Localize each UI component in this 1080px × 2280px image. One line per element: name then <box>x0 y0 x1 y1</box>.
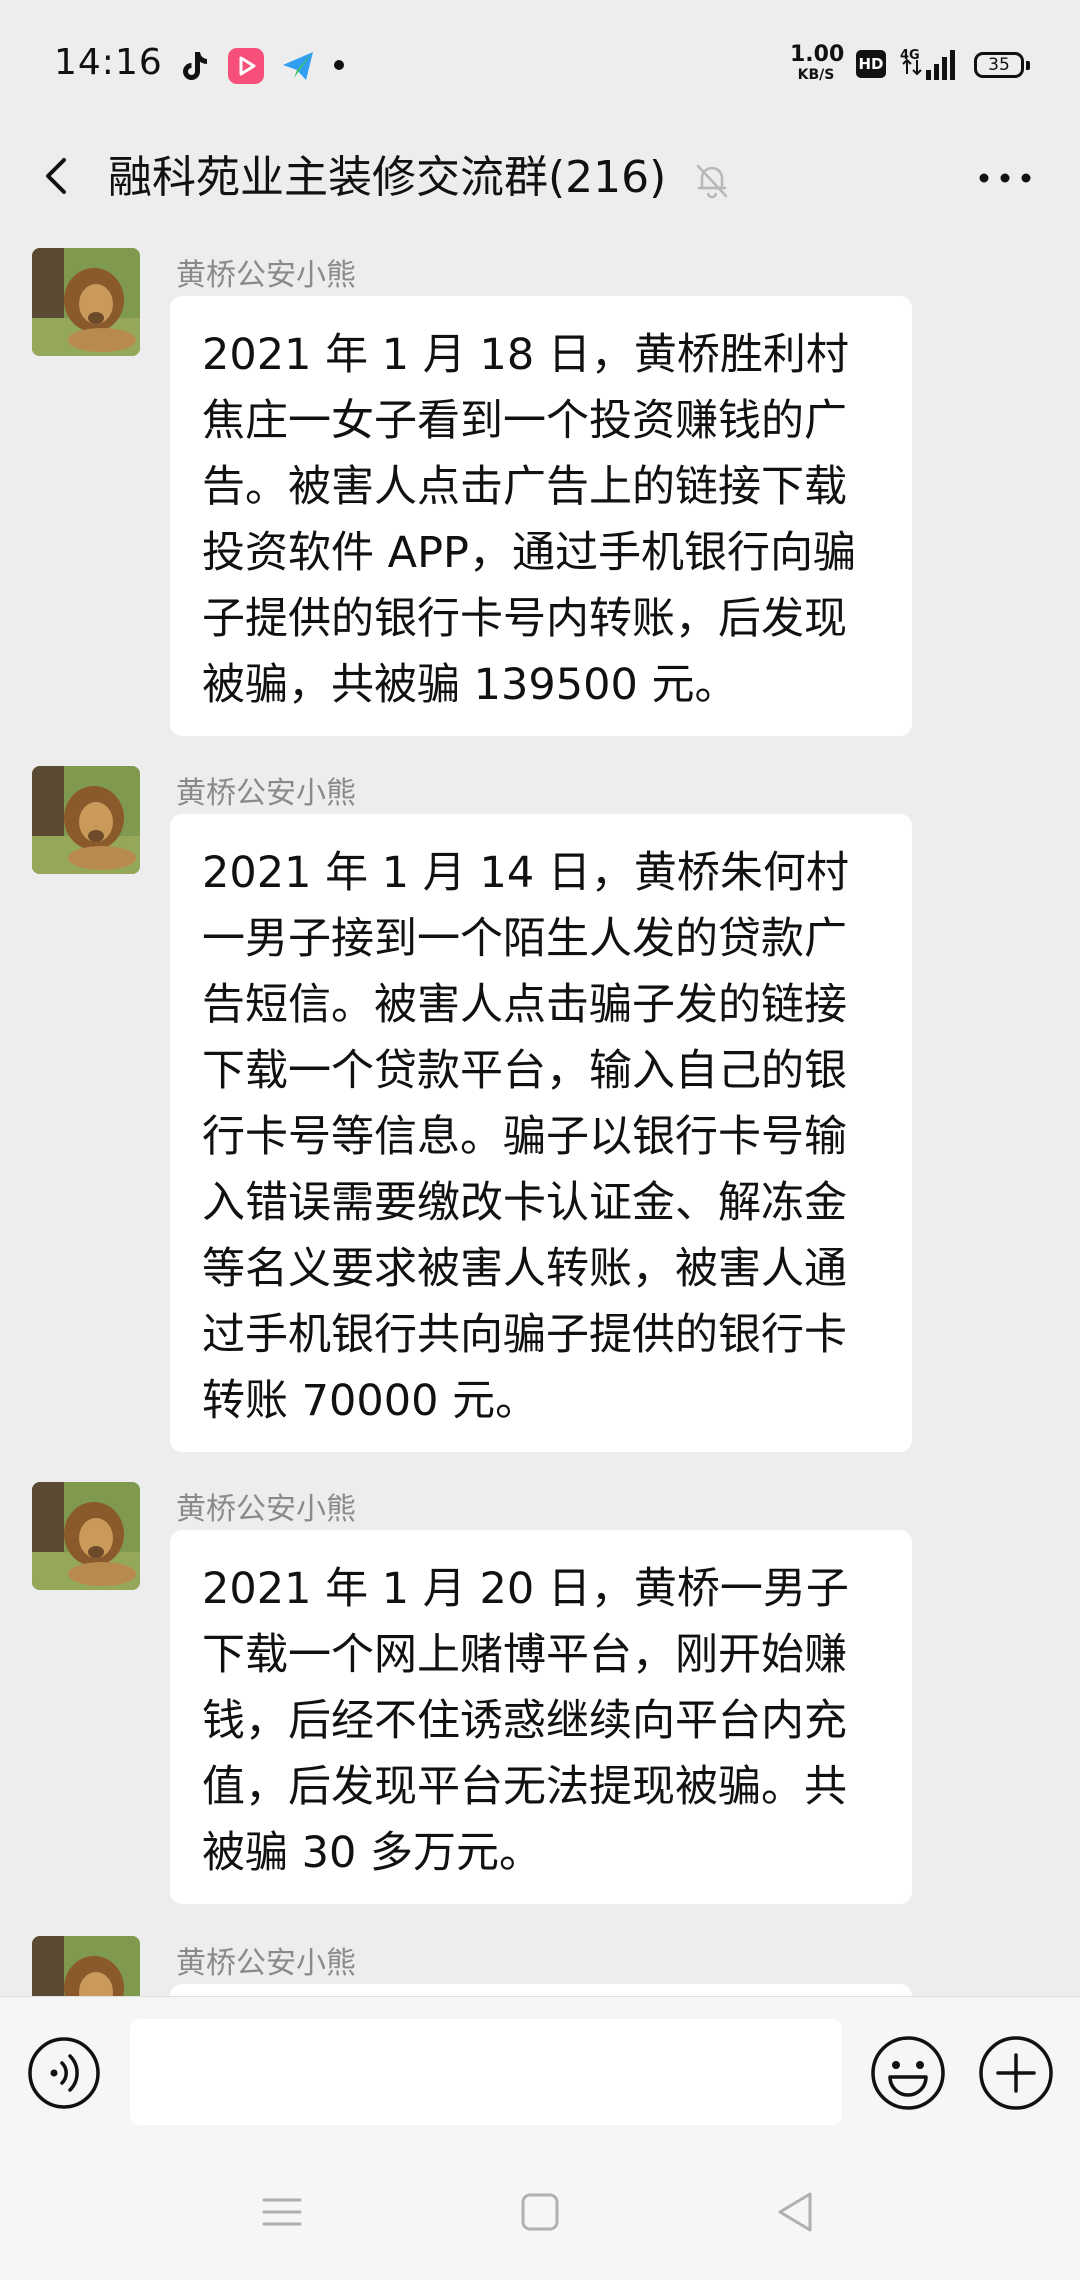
status-bar: 14:16 1.00 KB/S HD 4G 35 <box>0 0 1080 130</box>
network-speed: 1.00 KB/S <box>790 42 845 83</box>
hd-badge: HD <box>856 50 886 78</box>
message-text: 2021 年 1 月 14 日，黄桥朱何村一男子接到一个陌生人发的贷款广告短信。… <box>202 848 849 1426</box>
avatar[interactable] <box>32 248 140 356</box>
sender-name: 黄桥公安小熊 <box>176 776 356 811</box>
network-speed-value: 1.00 <box>790 42 845 67</box>
nav-menu-button[interactable] <box>256 2186 308 2238</box>
chat-title: 融科苑业主装修交流群(216) <box>108 152 667 203</box>
avatar[interactable] <box>32 1482 140 1590</box>
nav-back-button[interactable] <box>770 2186 822 2238</box>
input-bar <box>0 1996 1080 2147</box>
message-bubble[interactable]: 2021 年 1 月 20 日，黄桥一男子下载一个网上赌博平台，刚开始赚钱，后经… <box>170 1530 912 1904</box>
message-list[interactable]: 黄桥公安小熊 2021 年 1 月 18 日，黄桥胜利村焦庄一女子看到一个投资赚… <box>0 226 1080 1996</box>
back-button[interactable] <box>28 134 88 218</box>
back-triangle-icon <box>778 2192 812 2232</box>
bell-off-icon <box>690 158 734 202</box>
more-dots-icon <box>979 173 1031 183</box>
video-play-icon <box>228 48 264 84</box>
message-input[interactable] <box>130 2019 842 2125</box>
message-item: 黄桥公安小熊 2021 年 1 月 18 日，黄桥胜利村焦庄一女子看到一个投资赚… <box>0 236 1080 756</box>
more-options-button[interactable] <box>970 148 1040 208</box>
nav-home-button[interactable] <box>514 2186 566 2238</box>
notification-dot <box>334 60 344 70</box>
more-functions-button[interactable] <box>976 2033 1056 2113</box>
voice-button[interactable] <box>26 2035 102 2111</box>
lion-avatar-image <box>32 248 140 356</box>
chevron-left-icon <box>46 158 66 194</box>
message-item: 黄桥公安小熊 2021 年 1 月 14 日，黄桥朱何村一男子接到一个陌生人发的… <box>0 754 1080 1474</box>
network-speed-unit: KB/S <box>797 67 835 83</box>
lion-avatar-image <box>32 766 140 874</box>
emoji-button[interactable] <box>868 2033 948 2113</box>
system-nav-bar <box>0 2146 1080 2280</box>
message-text: 2021 年 1 月 18 日，黄桥胜利村焦庄一女子看到一个投资赚钱的广告。被害… <box>202 330 856 710</box>
paper-plane-icon <box>280 48 316 84</box>
message-item: 黄桥公安小熊 2021 年 1 月 20 日，黄桥一男子下载一个网上赌博平台，刚… <box>0 1470 1080 1940</box>
battery-icon: 35 <box>974 52 1030 78</box>
message-item: 黄桥公安小熊 <box>0 1924 1080 1996</box>
lion-avatar-image <box>32 1482 140 1590</box>
avatar[interactable] <box>32 766 140 874</box>
sender-name: 黄桥公安小熊 <box>176 1492 356 1527</box>
home-icon <box>521 2193 559 2231</box>
signal-icon: 4G <box>900 46 960 82</box>
emoji-icon <box>871 2036 945 2110</box>
message-bubble[interactable] <box>170 1984 912 1996</box>
status-time: 14:16 <box>54 42 163 83</box>
message-bubble[interactable]: 2021 年 1 月 18 日，黄桥胜利村焦庄一女子看到一个投资赚钱的广告。被害… <box>170 296 912 736</box>
message-text: 2021 年 1 月 20 日，黄桥一男子下载一个网上赌博平台，刚开始赚钱，后经… <box>202 1564 849 1878</box>
sender-name: 黄桥公安小熊 <box>176 1946 356 1981</box>
chat-header: 融科苑业主装修交流群(216) <box>0 130 1080 226</box>
voice-icon <box>28 2037 100 2109</box>
lion-avatar-image <box>32 1936 140 1996</box>
message-bubble[interactable]: 2021 年 1 月 14 日，黄桥朱何村一男子接到一个陌生人发的贷款广告短信。… <box>170 814 912 1452</box>
sender-name: 黄桥公安小熊 <box>176 258 356 293</box>
plus-icon <box>979 2036 1053 2110</box>
tiktok-icon <box>176 48 212 84</box>
menu-icon <box>262 2198 302 2226</box>
avatar[interactable] <box>32 1936 140 1996</box>
